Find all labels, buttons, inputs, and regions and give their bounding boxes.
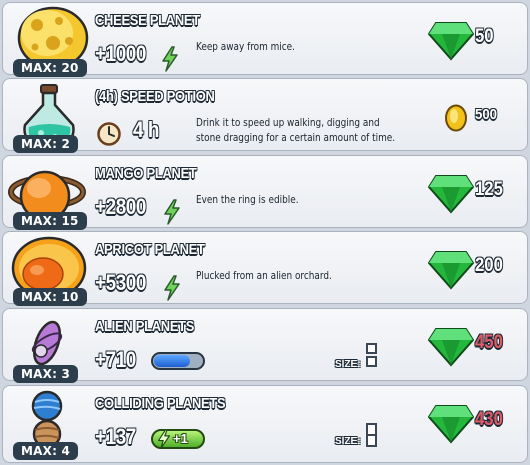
lightning-icon: [164, 275, 180, 301]
price-label: 430: [475, 409, 503, 430]
size-label: SIZE:: [335, 436, 361, 447]
item-name: APRICOT PLANET: [95, 241, 205, 258]
item-name: (4h) SPEED POTION: [95, 88, 215, 105]
gem-icon: [428, 251, 474, 290]
energy-plus-icon: +1: [151, 429, 205, 449]
clock-icon: [97, 122, 121, 146]
shop-item-speed-potion[interactable]: MAX: 2 (4h) SPEED POTION 4 h Drink it to…: [2, 78, 528, 153]
price-label: 125: [475, 179, 503, 200]
size-box-bottom: [366, 434, 377, 447]
max-badge: MAX: 3: [13, 365, 79, 383]
price-label: 50: [475, 26, 494, 47]
item-description: Drink it to speed up walking, digging an…: [196, 116, 396, 144]
item-name: CHEESE PLANET: [95, 12, 200, 29]
item-value: +137: [95, 424, 136, 449]
gem-icon: [428, 405, 474, 444]
item-value: +1000: [95, 41, 146, 66]
item-value: +5300: [95, 270, 146, 295]
energy-bar-icon: [151, 352, 205, 370]
price-label: 500: [475, 106, 498, 123]
size-box-bottom: [366, 356, 377, 367]
gem-icon: [428, 328, 474, 367]
gem-icon: [428, 175, 474, 214]
max-badge: MAX: 2: [13, 135, 79, 153]
shop-item-alien-planets[interactable]: MAX: 3 ALIEN PLANETS +710 SIZE: 450: [2, 308, 528, 383]
max-badge: MAX: 4: [13, 442, 79, 460]
shop-item-cheese-planet[interactable]: MAX: 20 CHEESE PLANET +1000 Keep away fr…: [2, 2, 528, 77]
gem-icon: [428, 22, 474, 61]
lightning-icon: [164, 199, 180, 225]
item-name: ALIEN PLANETS: [95, 318, 195, 335]
shop-item-colliding-planets[interactable]: MAX: 4 COLLIDING PLANETS +137 +1 SIZE: 4…: [2, 385, 528, 463]
price-label: 450: [475, 332, 503, 353]
max-badge: MAX: 20: [13, 59, 87, 77]
shop-list: MAX: 20 CHEESE PLANET +1000 Keep away fr…: [0, 0, 530, 465]
shop-item-mango-planet[interactable]: MAX: 15 MANGO PLANET +2800 Even the ring…: [2, 155, 528, 230]
coin-icon: [445, 104, 467, 132]
item-value: +710: [95, 347, 136, 372]
lightning-icon: [162, 46, 178, 72]
price-label: 200: [475, 255, 503, 276]
max-badge: MAX: 10: [13, 288, 87, 306]
shop-item-apricot-planet[interactable]: MAX: 10 APRICOT PLANET +5300 Plucked fro…: [2, 231, 528, 306]
max-badge: MAX: 15: [13, 212, 87, 230]
energy-plus-label: +1: [173, 431, 188, 446]
item-description: Even the ring is edible.: [196, 193, 299, 206]
item-value: +2800: [95, 194, 146, 219]
item-description: Plucked from an alien orchard.: [196, 269, 332, 282]
size-box-top: [366, 343, 377, 354]
item-name: MANGO PLANET: [95, 165, 197, 182]
item-value: 4 h: [133, 117, 160, 142]
lightning-icon: [157, 429, 171, 449]
item-name: COLLIDING PLANETS: [95, 395, 226, 412]
item-description: Keep away from mice.: [196, 40, 295, 53]
size-label: SIZE:: [335, 359, 361, 370]
